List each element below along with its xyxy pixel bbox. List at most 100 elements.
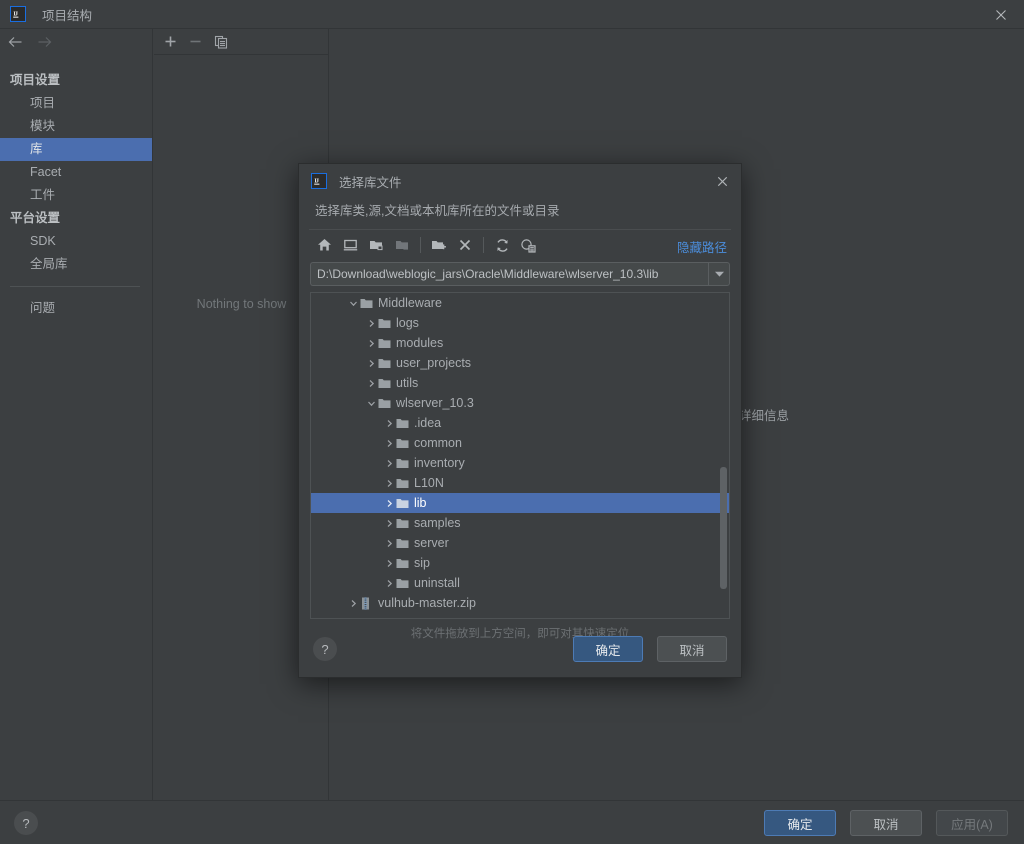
libraries-toolbar	[154, 29, 328, 55]
tree-row[interactable]: samples	[311, 513, 729, 533]
sidebar-item-modules[interactable]: 模块	[0, 115, 152, 138]
ok-button[interactable]: 确定	[764, 810, 836, 836]
chevron-right-icon[interactable]	[365, 339, 378, 348]
tree-row-label: user_projects	[396, 356, 472, 370]
tree-row-label: inventory	[414, 456, 465, 470]
tree-row[interactable]: inventory	[311, 453, 729, 473]
chevron-down-icon[interactable]	[708, 262, 730, 286]
module-folder-icon	[389, 232, 415, 258]
tree-row-label: Middleware	[378, 296, 442, 310]
tree-row[interactable]: common	[311, 433, 729, 453]
folder-icon	[396, 558, 414, 569]
dialog-help-button[interactable]: ?	[313, 637, 337, 661]
folder-icon	[378, 398, 396, 409]
select-library-files-dialog: IJ 选择库文件 选择库类,源,文档或本机库所在的文件或目录 隐藏路径 D:\D…	[298, 163, 742, 678]
sidebar-item-sdks[interactable]: SDK	[0, 230, 152, 253]
path-input[interactable]: D:\Download\weblogic_jars\Oracle\Middlew…	[310, 262, 708, 286]
tree-scrollbar[interactable]	[719, 293, 727, 618]
cancel-button[interactable]: 取消	[850, 810, 922, 836]
folder-icon	[396, 458, 414, 469]
chevron-right-icon[interactable]	[383, 499, 396, 508]
close-icon[interactable]	[978, 0, 1024, 29]
chevron-right-icon[interactable]	[383, 439, 396, 448]
sidebar-item-problems[interactable]: 问题	[0, 297, 152, 320]
window-button-row: 确定 取消 应用(A)	[764, 810, 1008, 836]
page-title: 项目结构	[42, 8, 93, 23]
chevron-down-icon[interactable]	[347, 299, 360, 308]
sidebar-item-global-libraries[interactable]: 全局库	[0, 253, 152, 276]
toolbar-divider	[420, 237, 421, 253]
tree-row-label: logs	[396, 316, 419, 330]
tree-row[interactable]	[311, 613, 729, 620]
hide-path-link[interactable]: 隐藏路径	[677, 237, 727, 256]
dialog-title: 选择库文件	[339, 175, 402, 190]
sidebar-item-libraries[interactable]: 库	[0, 138, 152, 161]
folder-icon	[396, 418, 414, 429]
tree-row[interactable]: modules	[311, 333, 729, 353]
chevron-down-icon[interactable]	[365, 399, 378, 408]
arrow-left-icon[interactable]	[8, 36, 23, 48]
folder-icon	[378, 358, 396, 369]
chevron-right-icon[interactable]	[383, 479, 396, 488]
file-chooser-toolbar: 隐藏路径	[299, 230, 741, 260]
file-tree[interactable]: Middleware logs modules user_projectsutils w…	[310, 292, 730, 619]
chevron-right-icon[interactable]	[347, 619, 360, 620]
add-button[interactable]	[164, 35, 177, 48]
folder-icon	[396, 478, 414, 489]
tree-row[interactable]: .idea	[311, 413, 729, 433]
desktop-icon[interactable]	[337, 232, 363, 258]
tree-row-label: common	[414, 436, 462, 450]
details-label: 详细信息	[739, 409, 790, 423]
settings-sidebar: 项目设置 项目 模块 库 Facet 工件 平台设置 SDK 全局库 问题	[0, 29, 153, 800]
chevron-right-icon[interactable]	[383, 519, 396, 528]
window-titlebar: IJ 项目结构	[0, 0, 1024, 29]
sidebar-divider	[10, 286, 140, 287]
delete-icon[interactable]	[452, 232, 478, 258]
tree-row[interactable]: logs	[311, 313, 729, 333]
path-row: D:\Download\weblogic_jars\Oracle\Middlew…	[299, 260, 741, 292]
tree-row[interactable]: server	[311, 533, 729, 553]
tree-row[interactable]: vulhub-master.zip	[311, 593, 729, 613]
folder-icon	[396, 518, 414, 529]
remove-button	[189, 35, 202, 48]
sidebar-item-artifacts[interactable]: 工件	[0, 184, 152, 207]
tree-row-label: uninstall	[414, 576, 460, 590]
tree-row[interactable]: utils	[311, 373, 729, 393]
sidebar-item-project[interactable]: 项目	[0, 92, 152, 115]
chevron-right-icon[interactable]	[365, 379, 378, 388]
tree-row[interactable]: Middleware	[311, 293, 729, 313]
help-button[interactable]: ?	[14, 811, 38, 835]
sidebar-nav-arrows	[0, 29, 152, 55]
dialog-ok-button[interactable]: 确定	[573, 636, 643, 662]
chevron-right-icon[interactable]	[383, 459, 396, 468]
tree-row[interactable]: lib	[311, 493, 729, 513]
sidebar-item-facets[interactable]: Facet	[0, 161, 152, 184]
tree-row[interactable]: uninstall	[311, 573, 729, 593]
toolbar-divider	[483, 237, 484, 253]
home-icon[interactable]	[311, 232, 337, 258]
copy-icon[interactable]	[214, 35, 228, 49]
tree-scrollbar-thumb[interactable]	[720, 467, 727, 589]
new-folder-icon[interactable]	[426, 232, 452, 258]
chevron-right-icon[interactable]	[365, 359, 378, 368]
tree-row[interactable]: user_projects	[311, 353, 729, 373]
tree-row[interactable]: wlserver_10.3	[311, 393, 729, 413]
refresh-icon[interactable]	[489, 232, 515, 258]
dialog-titlebar: IJ 选择库文件	[299, 164, 741, 198]
chevron-right-icon[interactable]	[383, 419, 396, 428]
chevron-right-icon[interactable]	[383, 559, 396, 568]
chevron-right-icon[interactable]	[347, 599, 360, 608]
tree-row[interactable]: L10N	[311, 473, 729, 493]
tree-row-label: lib	[414, 496, 427, 510]
show-hidden-icon[interactable]	[515, 232, 541, 258]
close-icon[interactable]	[703, 164, 741, 198]
folder-icon	[396, 538, 414, 549]
intellij-logo-icon: IJ	[10, 6, 26, 22]
folder-icon	[396, 578, 414, 589]
dialog-cancel-button[interactable]: 取消	[657, 636, 727, 662]
chevron-right-icon[interactable]	[383, 579, 396, 588]
tree-row[interactable]: sip	[311, 553, 729, 573]
chevron-right-icon[interactable]	[365, 319, 378, 328]
chevron-right-icon[interactable]	[383, 539, 396, 548]
project-folder-icon[interactable]	[363, 232, 389, 258]
